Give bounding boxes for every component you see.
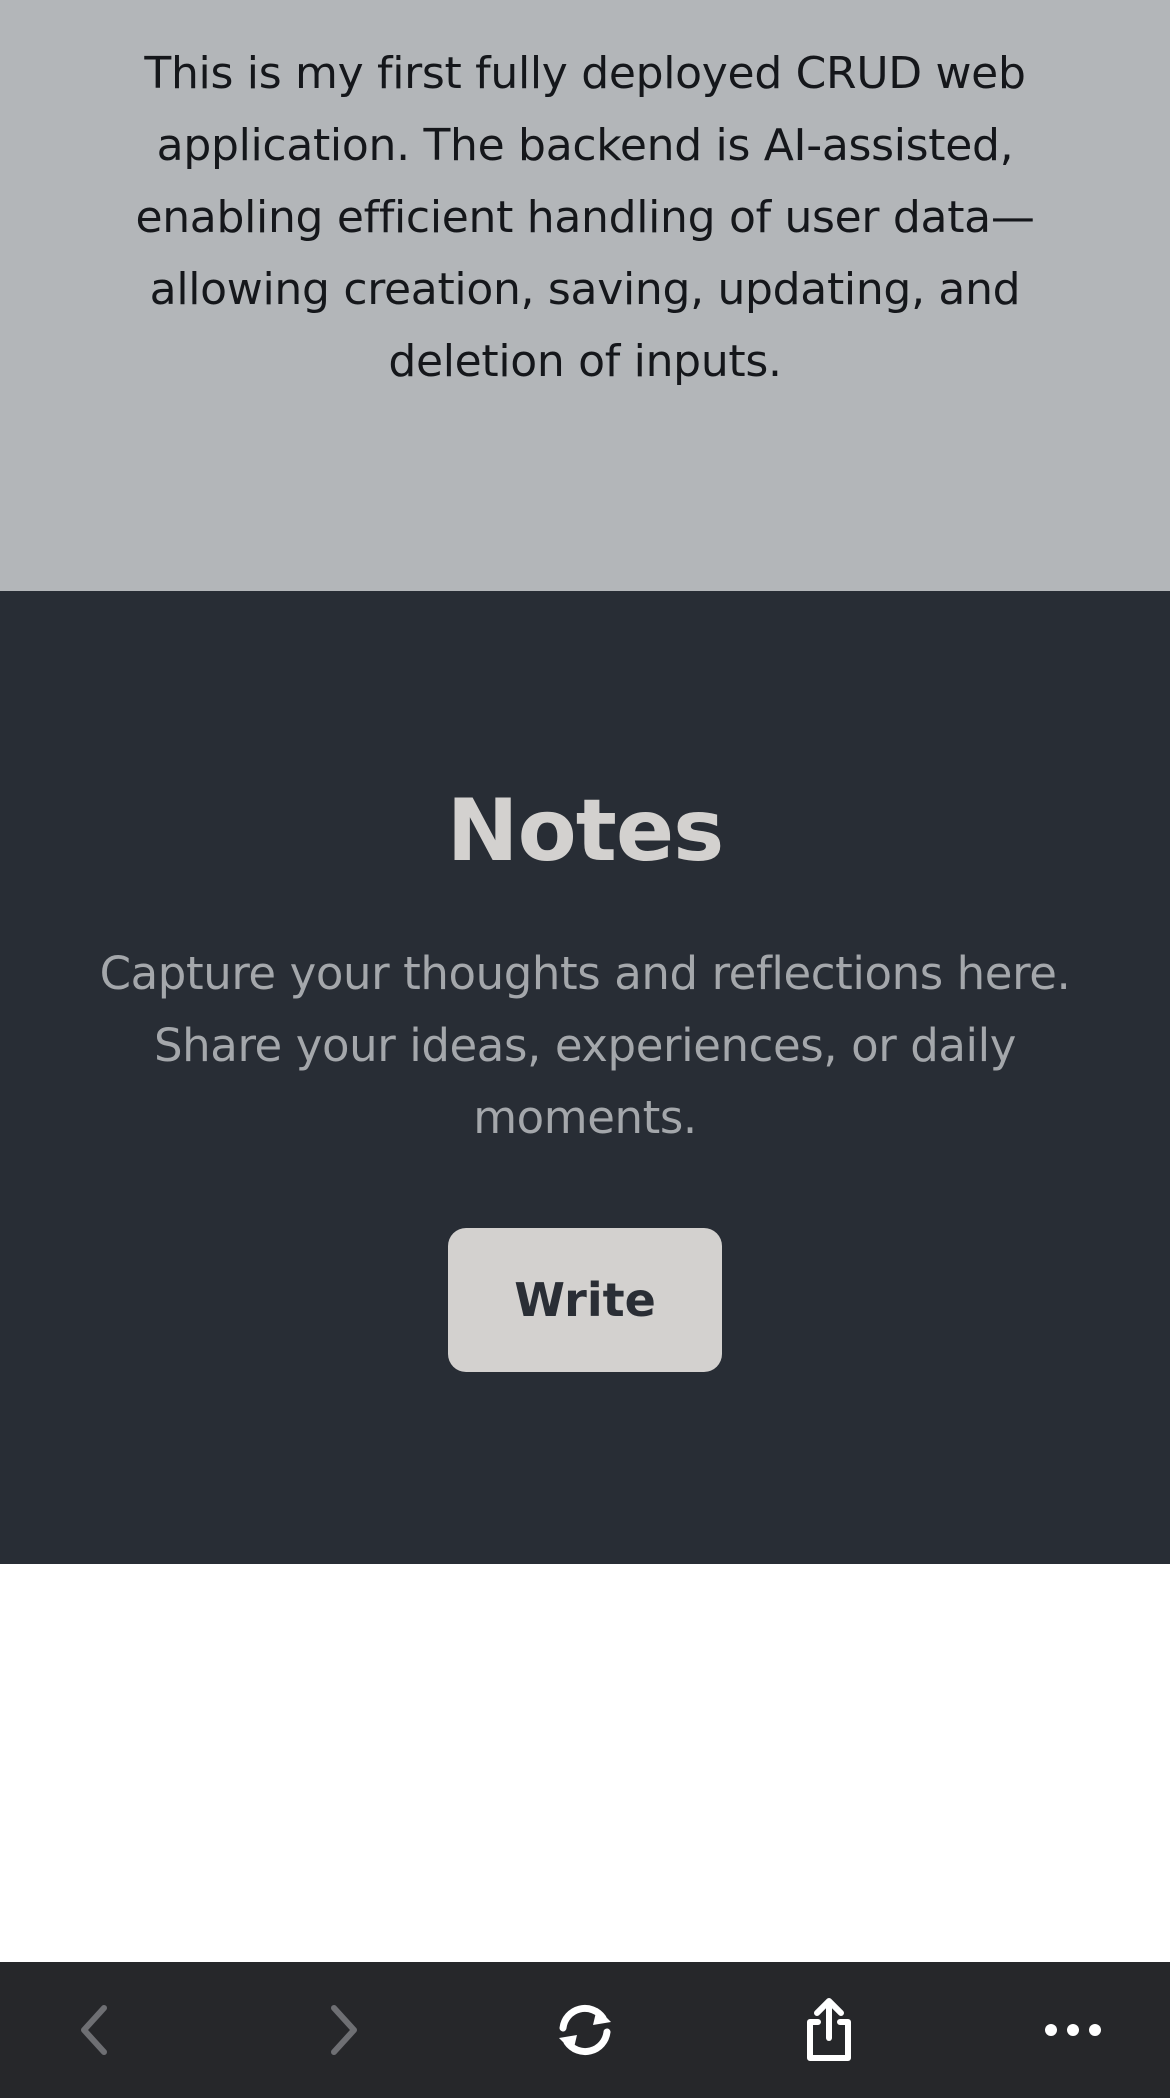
share-button[interactable] [759, 1962, 899, 2098]
notes-section: Notes Capture your thoughts and reflecti… [0, 591, 1170, 1564]
forward-arrow-icon [324, 2002, 364, 2058]
page: This is my first fully deployed CRUD web… [0, 0, 1170, 2098]
more-button[interactable] [1003, 1962, 1143, 2098]
browser-toolbar [0, 1962, 1170, 2098]
more-icon [1043, 2020, 1103, 2040]
blank-area [0, 1564, 1170, 1962]
share-icon [801, 1996, 857, 2064]
intro-text: This is my first fully deployed CRUD web… [135, 48, 1035, 387]
notes-title: Notes [446, 781, 725, 881]
reload-icon [553, 1998, 617, 2062]
notes-description: Capture your thoughts and reflections he… [99, 947, 1071, 1144]
intro-section: This is my first fully deployed CRUD web… [0, 0, 1170, 591]
back-arrow-icon [74, 2002, 114, 2058]
write-button[interactable]: Write [448, 1228, 722, 1372]
back-button[interactable] [24, 1962, 164, 2098]
forward-button[interactable] [274, 1962, 414, 2098]
reload-button[interactable] [515, 1962, 655, 2098]
